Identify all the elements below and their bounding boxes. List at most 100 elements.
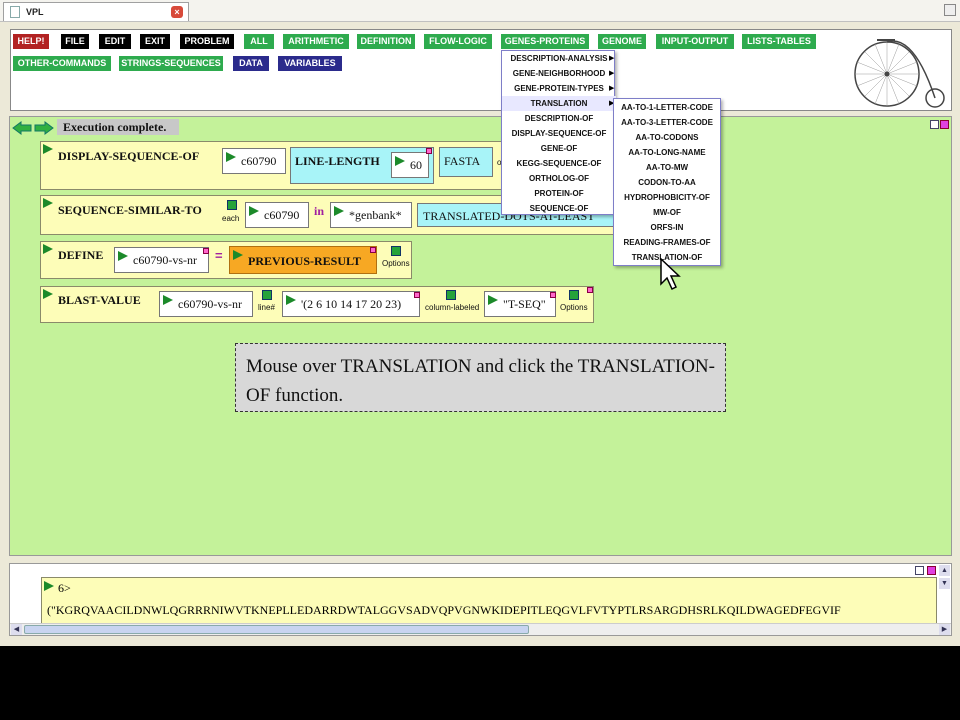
menu-item-hydrophobicity-of[interactable]: HYDROPHOBICITY-OF — [614, 190, 720, 205]
line-length-keyword[interactable]: LINE-LENGTH 60 — [290, 147, 434, 184]
run-flag-icon[interactable] — [395, 156, 405, 166]
sequence-string-box[interactable]: "T-SEQ" — [484, 291, 556, 317]
run-flag-icon[interactable] — [43, 144, 53, 154]
expand-arrow-icon[interactable] — [262, 290, 272, 300]
run-flag-icon[interactable] — [286, 295, 296, 305]
horizontal-scrollbar[interactable]: ◀ ▶ — [10, 623, 951, 635]
run-flag-icon[interactable] — [233, 250, 243, 260]
list-box[interactable]: '(2 6 10 14 17 20 23) — [282, 291, 420, 317]
scrollbar-thumb[interactable] — [24, 625, 529, 634]
tab-vpl[interactable]: VPL × — [3, 2, 189, 21]
options-label[interactable]: Options — [382, 259, 410, 268]
run-flag-icon[interactable] — [334, 206, 344, 216]
close-icon[interactable] — [370, 247, 376, 253]
previous-result-box[interactable]: PREVIOUS-RESULT — [229, 246, 377, 274]
output-pane[interactable]: ▲ ▼ 6> ("KGRQVAACILDNWLQGRRRNIWVTKNEPLLE… — [9, 563, 952, 636]
exit-button[interactable]: EXIT — [140, 34, 170, 49]
menu-item-gene-of[interactable]: GENE-OF — [502, 141, 616, 156]
all-button[interactable]: ALL — [244, 34, 274, 49]
workspace[interactable]: Execution complete. DISPLAY-SEQUENCE-OF … — [9, 116, 952, 556]
edit-button[interactable]: EDIT — [99, 34, 131, 49]
help-button[interactable]: HELP! — [13, 34, 49, 49]
maximize-icon[interactable] — [930, 120, 939, 129]
menu-item-translation[interactable]: TRANSLATION — [502, 96, 616, 111]
menu-item-reading-frames-of[interactable]: READING-FRAMES-OF — [614, 235, 720, 250]
menu-item-description-analysis[interactable]: DESCRIPTION-ANALYSIS — [502, 51, 616, 66]
run-flag-icon[interactable] — [249, 206, 259, 216]
menu-item-kegg-sequence-of[interactable]: KEGG-SEQUENCE-OF — [502, 156, 616, 171]
close-icon[interactable] — [203, 248, 209, 254]
definition-button[interactable]: DEFINITION — [357, 34, 415, 49]
menu-item-aa-to-long-name[interactable]: AA-TO-LONG-NAME — [614, 145, 720, 160]
list-value: '(2 6 10 14 17 20 23) — [301, 297, 402, 311]
run-flag-icon[interactable] — [163, 295, 173, 305]
close-icon[interactable] — [414, 292, 420, 298]
menu-item-sequence-of[interactable]: SEQUENCE-OF — [502, 201, 616, 216]
lists-tables-button[interactable]: LISTS-TABLES — [742, 34, 816, 49]
menu-item-ortholog-of[interactable]: ORTHOLOG-OF — [502, 171, 616, 186]
forward-arrow-icon[interactable] — [34, 121, 54, 135]
line-length-value-box[interactable]: 60 — [391, 152, 429, 178]
minimize-icon[interactable] — [944, 4, 956, 16]
file-button[interactable]: FILE — [61, 34, 89, 49]
scroll-down-icon[interactable]: ▼ — [939, 578, 950, 589]
close-icon[interactable] — [940, 120, 949, 129]
menu-item-gene-protein-types[interactable]: GENE-PROTEIN-TYPES — [502, 81, 616, 96]
menu-item-aa-to-mw[interactable]: AA-TO-MW — [614, 160, 720, 175]
argument-box[interactable]: c60790-vs-nr — [159, 291, 253, 317]
menu-item-aa-to-3-letter-code[interactable]: AA-TO-3-LETTER-CODE — [614, 115, 720, 130]
scroll-left-icon[interactable]: ◀ — [11, 624, 22, 635]
run-flag-icon[interactable] — [43, 289, 53, 299]
back-arrow-icon[interactable] — [12, 121, 32, 135]
run-flag-icon[interactable] — [226, 152, 236, 162]
problem-button[interactable]: PROBLEM — [180, 34, 234, 49]
arithmetic-button[interactable]: ARITHMETIC — [283, 34, 349, 49]
other-commands-button[interactable]: OTHER-COMMANDS — [13, 56, 111, 71]
variable-box[interactable]: c60790-vs-nr — [114, 247, 209, 273]
data-button[interactable]: DATA — [233, 56, 269, 71]
menu-item-orfs-in[interactable]: ORFS-IN — [614, 220, 720, 235]
expand-arrow-icon[interactable] — [227, 200, 237, 210]
blast-value-block[interactable]: BLAST-VALUE c60790-vs-nr line# '(2 6 10 … — [40, 286, 594, 323]
display-sequence-of-block[interactable]: DISPLAY-SEQUENCE-OF c60790 LINE-LENGTH 6… — [40, 141, 530, 190]
block-name: BLAST-VALUE — [58, 293, 141, 307]
variables-button[interactable]: VARIABLES — [278, 56, 342, 71]
run-flag-icon[interactable] — [118, 251, 128, 261]
define-block[interactable]: DEFINE c60790-vs-nr = PREVIOUS-RESULT Op… — [40, 241, 412, 279]
scroll-up-icon[interactable]: ▲ — [939, 565, 950, 576]
flow-logic-button[interactable]: FLOW-LOGIC — [424, 34, 492, 49]
expand-arrow-icon[interactable] — [446, 290, 456, 300]
genome-button[interactable]: GENOME — [598, 34, 646, 49]
previous-result-label: PREVIOUS-RESULT — [248, 254, 361, 268]
argument-box[interactable]: c60790 — [245, 202, 309, 228]
options-arrow-icon[interactable] — [569, 290, 579, 300]
menu-item-aa-to-1-letter-code[interactable]: AA-TO-1-LETTER-CODE — [614, 100, 720, 115]
menu-item-codon-to-aa[interactable]: CODON-TO-AA — [614, 175, 720, 190]
format-box[interactable]: FASTA — [439, 147, 493, 177]
menu-item-display-sequence-of[interactable]: DISPLAY-SEQUENCE-OF — [502, 126, 616, 141]
close-icon[interactable] — [550, 292, 556, 298]
close-icon[interactable] — [587, 287, 593, 293]
mouse-cursor-icon — [660, 258, 681, 291]
argument-box[interactable]: c60790 — [222, 148, 286, 174]
menu-item-aa-to-codons[interactable]: AA-TO-CODONS — [614, 130, 720, 145]
options-label[interactable]: Options — [560, 303, 588, 312]
run-flag-icon[interactable] — [488, 295, 498, 305]
database-box[interactable]: *genbank* — [330, 202, 412, 228]
strings-sequences-button[interactable]: STRINGS-SEQUENCES — [119, 56, 223, 71]
close-icon[interactable] — [927, 566, 936, 575]
input-output-button[interactable]: INPUT-OUTPUT — [656, 34, 734, 49]
maximize-icon[interactable] — [915, 566, 924, 575]
menu-item-protein-of[interactable]: PROTEIN-OF — [502, 186, 616, 201]
menu-item-mw-of[interactable]: MW-OF — [614, 205, 720, 220]
menu-item-gene-neighborhood[interactable]: GENE-NEIGHBORHOOD — [502, 66, 616, 81]
genes-proteins-button[interactable]: GENES-PROTEINS — [501, 34, 589, 49]
run-flag-icon[interactable] — [44, 581, 54, 591]
menu-item-description-of[interactable]: DESCRIPTION-OF — [502, 111, 616, 126]
scroll-right-icon[interactable]: ▶ — [939, 624, 950, 635]
close-icon[interactable] — [426, 148, 432, 154]
run-flag-icon[interactable] — [43, 198, 53, 208]
close-tab-icon[interactable]: × — [171, 6, 183, 18]
options-arrow-icon[interactable] — [391, 246, 401, 256]
run-flag-icon[interactable] — [43, 244, 53, 254]
